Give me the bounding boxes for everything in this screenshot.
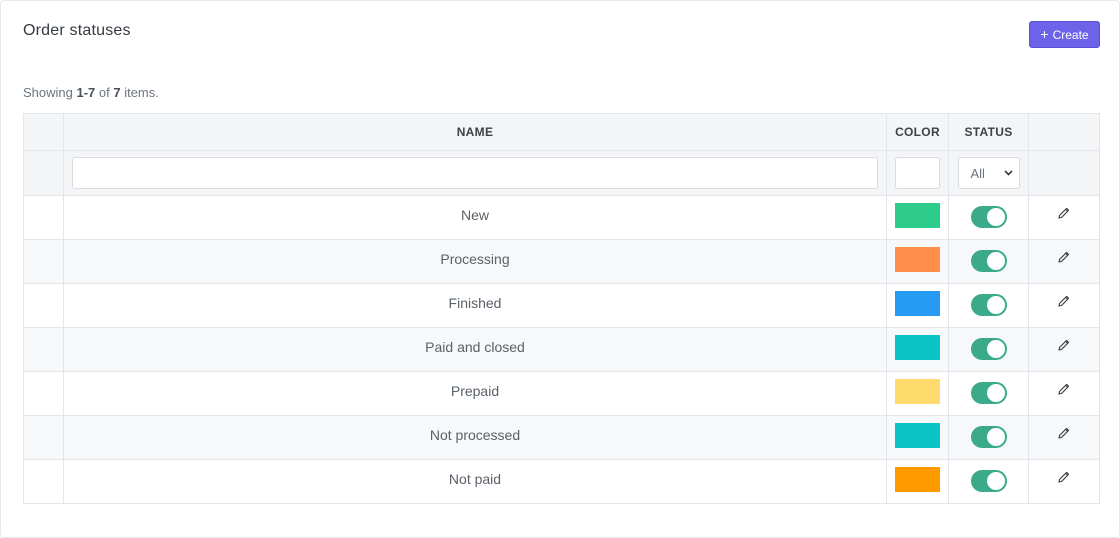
row-actions-cell bbox=[1028, 415, 1100, 460]
column-header-status[interactable]: STATUS bbox=[948, 113, 1029, 151]
color-swatch bbox=[895, 379, 940, 404]
row-status-cell bbox=[948, 415, 1029, 460]
row-actions-cell bbox=[1028, 371, 1100, 416]
row-name: Processing bbox=[63, 239, 887, 284]
order-statuses-card: Order statuses + Create Showing 1-7 of 7… bbox=[0, 0, 1120, 538]
toggle-knob bbox=[986, 383, 1005, 402]
status-toggle[interactable] bbox=[970, 381, 1007, 404]
toggle-knob bbox=[986, 471, 1005, 490]
row-color-cell bbox=[886, 371, 949, 416]
toggle-knob bbox=[986, 207, 1005, 226]
statuses-table-body: New Processing Finished Paid and closed … bbox=[23, 195, 1100, 504]
pagination-summary: Showing 1-7 of 7 items. bbox=[23, 85, 159, 100]
color-swatch bbox=[895, 335, 940, 360]
color-filter-input[interactable] bbox=[895, 157, 940, 189]
create-button[interactable]: + Create bbox=[1029, 21, 1100, 48]
table-row: New bbox=[23, 195, 1100, 240]
status-filter-select[interactable]: All bbox=[957, 157, 1020, 189]
row-actions-cell bbox=[1028, 459, 1100, 504]
row-name: New bbox=[63, 195, 887, 240]
row-index-cell bbox=[23, 195, 64, 240]
row-color-cell bbox=[886, 459, 949, 504]
column-header-name[interactable]: NAME bbox=[63, 113, 887, 151]
row-status-cell bbox=[948, 283, 1029, 328]
plus-icon: + bbox=[1040, 26, 1049, 42]
summary-range: 1-7 bbox=[76, 85, 96, 100]
row-index-cell bbox=[23, 415, 64, 460]
color-swatch bbox=[895, 203, 940, 228]
table-row: Not processed bbox=[23, 415, 1100, 460]
table-row: Not paid bbox=[23, 459, 1100, 504]
row-name: Not processed bbox=[63, 415, 887, 460]
row-index-cell bbox=[23, 327, 64, 372]
toggle-knob bbox=[986, 251, 1005, 270]
row-status-cell bbox=[948, 195, 1029, 240]
row-name: Finished bbox=[63, 283, 887, 328]
column-header-index bbox=[23, 113, 64, 151]
row-color-cell bbox=[886, 415, 949, 460]
summary-total: 7 bbox=[113, 85, 121, 100]
row-name: Paid and closed bbox=[63, 327, 887, 372]
row-index-cell bbox=[23, 459, 64, 504]
filter-cell-actions bbox=[1028, 150, 1100, 196]
row-status-cell bbox=[948, 371, 1029, 416]
pencil-icon[interactable] bbox=[1056, 469, 1072, 485]
status-toggle[interactable] bbox=[970, 205, 1007, 228]
status-toggle[interactable] bbox=[970, 425, 1007, 448]
filter-cell-color bbox=[886, 150, 949, 196]
chevron-down-icon bbox=[1003, 168, 1013, 179]
filter-cell-status: All bbox=[948, 150, 1029, 196]
column-header-color[interactable]: COLOR bbox=[886, 113, 949, 151]
pencil-icon[interactable] bbox=[1056, 205, 1072, 221]
row-name: Prepaid bbox=[63, 371, 887, 416]
row-index-cell bbox=[23, 371, 64, 416]
row-actions-cell bbox=[1028, 239, 1100, 284]
column-header-actions bbox=[1028, 113, 1100, 151]
row-status-cell bbox=[948, 239, 1029, 284]
table-row: Processing bbox=[23, 239, 1100, 284]
status-toggle[interactable] bbox=[970, 337, 1007, 360]
pencil-icon[interactable] bbox=[1056, 381, 1072, 397]
toggle-knob bbox=[986, 427, 1005, 446]
filter-cell-name bbox=[63, 150, 887, 196]
pencil-icon[interactable] bbox=[1056, 337, 1072, 353]
table-row: Finished bbox=[23, 283, 1100, 328]
row-index-cell bbox=[23, 283, 64, 328]
pencil-icon[interactable] bbox=[1056, 249, 1072, 265]
status-filter-value: All bbox=[970, 165, 985, 181]
row-color-cell bbox=[886, 239, 949, 284]
row-color-cell bbox=[886, 327, 949, 372]
toggle-knob bbox=[986, 339, 1005, 358]
row-index-cell bbox=[23, 239, 64, 284]
row-actions-cell bbox=[1028, 283, 1100, 328]
pencil-icon[interactable] bbox=[1056, 293, 1072, 309]
color-swatch bbox=[895, 467, 940, 492]
row-name: Not paid bbox=[63, 459, 887, 504]
page-title: Order statuses bbox=[23, 22, 131, 39]
status-toggle[interactable] bbox=[970, 469, 1007, 492]
table-row: Prepaid bbox=[23, 371, 1100, 416]
row-status-cell bbox=[948, 459, 1029, 504]
row-status-cell bbox=[948, 327, 1029, 372]
status-toggle[interactable] bbox=[970, 249, 1007, 272]
row-color-cell bbox=[886, 195, 949, 240]
toggle-knob bbox=[986, 295, 1005, 314]
color-swatch bbox=[895, 247, 940, 272]
color-swatch bbox=[895, 291, 940, 316]
color-swatch bbox=[895, 423, 940, 448]
status-toggle[interactable] bbox=[970, 293, 1007, 316]
table-row: Paid and closed bbox=[23, 327, 1100, 372]
name-filter-input[interactable] bbox=[72, 157, 878, 189]
row-actions-cell bbox=[1028, 327, 1100, 372]
row-color-cell bbox=[886, 283, 949, 328]
filter-cell-index bbox=[23, 150, 64, 196]
statuses-table: NAME COLOR STATUS All New Processing Fin… bbox=[23, 113, 1100, 504]
row-actions-cell bbox=[1028, 195, 1100, 240]
create-button-label: Create bbox=[1052, 27, 1089, 42]
pencil-icon[interactable] bbox=[1056, 425, 1072, 441]
